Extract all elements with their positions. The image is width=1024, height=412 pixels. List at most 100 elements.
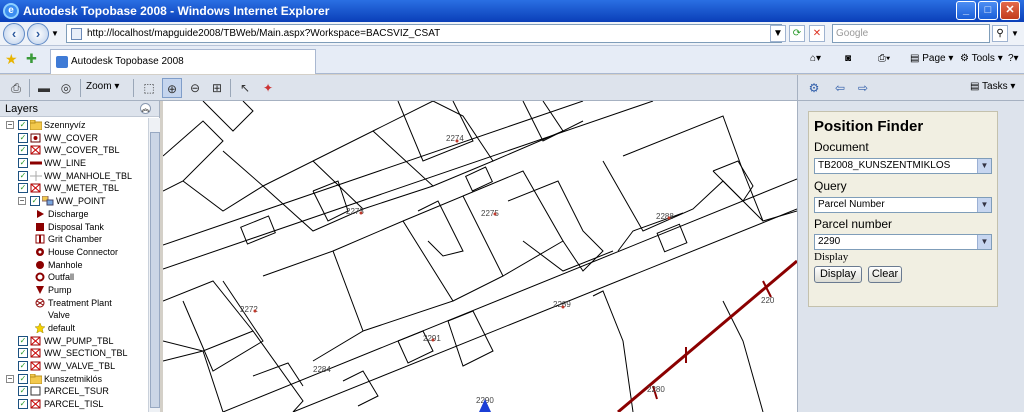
task-forward-icon[interactable]: ⇨ (853, 78, 873, 98)
close-button[interactable]: ✕ (1000, 1, 1020, 20)
layer-checkbox[interactable]: ✓ (18, 158, 28, 169)
display-button[interactable]: Display (814, 266, 862, 283)
buffer-icon[interactable]: ◎ (56, 78, 76, 98)
measure-icon[interactable]: ▬ (34, 78, 54, 98)
tasks-menu[interactable]: ▤ Tasks ▾ (970, 81, 1015, 92)
chevron-down-icon[interactable]: ▼ (977, 198, 991, 212)
tools-menu[interactable]: ⚙ Tools ▾ (960, 52, 1003, 66)
address-dropdown-icon[interactable]: ▼ (770, 25, 786, 42)
layer-item[interactable]: ✓ WW_SECTION_TBL (0, 347, 159, 360)
history-dropdown-icon[interactable]: ▼ (51, 29, 59, 38)
layer-checkbox[interactable]: ✓ (18, 120, 28, 130)
layer-label: WW_POINT (56, 196, 106, 207)
layer-item[interactable]: ✓ WW_LINE (0, 157, 159, 170)
feeds-icon[interactable]: ◙ (845, 52, 851, 66)
help-icon[interactable]: ?▾ (1008, 52, 1019, 66)
collapse-icon[interactable]: ︽ (140, 103, 151, 114)
parcel-outline (252, 330, 304, 412)
search-options-icon[interactable]: ▼ (1011, 29, 1019, 38)
zoom-in-icon[interactable]: ⊕ (162, 78, 182, 98)
chevron-down-icon[interactable]: ▼ (977, 159, 991, 173)
document-select[interactable]: TB2008_KUNSZENTMIKLOS ▼ (814, 158, 992, 174)
task-home-icon[interactable]: ⚙ (804, 78, 824, 98)
layer-label: Grit Chamber (48, 234, 103, 245)
parcel-number-select[interactable]: 2290 ▼ (814, 234, 992, 250)
parcel-outline (622, 115, 797, 222)
zoom-rect-icon[interactable]: ⬚ (139, 78, 159, 98)
layer-item[interactable]: ✓ WW_PUMP_TBL (0, 335, 159, 348)
search-input[interactable]: Google (832, 24, 990, 43)
refresh-icon[interactable]: ⟳ (789, 25, 805, 42)
chevron-down-icon[interactable]: ▼ (977, 235, 991, 249)
home-icon[interactable]: ⌂▾ (810, 52, 821, 66)
layer-checkbox[interactable]: ✓ (18, 386, 28, 397)
scroll-thumb[interactable] (150, 132, 160, 408)
layer-checkbox[interactable]: ✓ (18, 348, 28, 359)
zoom-out-icon[interactable]: ⊖ (185, 78, 205, 98)
maximize-button[interactable]: □ (978, 1, 998, 20)
cover-icon (30, 133, 42, 143)
expand-toggle-icon[interactable]: − (18, 197, 26, 206)
add-favorite-icon[interactable]: ✚ (26, 51, 37, 67)
address-bar-row: ‹ › ▼ http://localhost/mapguide2008/TBWe… (0, 22, 1024, 46)
layer-item[interactable]: − ✓ WW_POINT (0, 195, 159, 208)
layer-checkbox[interactable]: ✓ (18, 373, 28, 384)
layer-checkbox[interactable]: ✓ (18, 183, 28, 194)
legend-item: House Connector (0, 246, 159, 259)
page-menu[interactable]: ▤ Page ▾ (910, 52, 953, 66)
print-cmd-icon[interactable]: ⎙▾ (878, 52, 890, 66)
star-icon (34, 322, 46, 334)
stop-icon[interactable]: ✕ (809, 25, 825, 42)
query-select[interactable]: Parcel Number ▼ (814, 197, 992, 213)
layer-item[interactable]: ✓ PARCEL_TISL (0, 398, 159, 411)
sewer-line (617, 259, 797, 412)
layer-item[interactable]: − ✓ Szennyvíz (0, 119, 159, 132)
clear-button[interactable]: Clear (868, 266, 902, 283)
search-icon[interactable]: ⚲ (992, 25, 1008, 42)
minimize-button[interactable]: _ (956, 1, 976, 20)
layer-checkbox[interactable]: ✓ (18, 361, 28, 372)
layer-item[interactable]: ✓ WW_METER_TBL (0, 182, 159, 195)
parcel-outline (182, 150, 264, 212)
expand-toggle-icon[interactable]: − (6, 121, 14, 129)
forward-button[interactable]: › (27, 23, 49, 45)
layer-item[interactable]: ✓ WW_MANHOLE_TBL (0, 170, 159, 183)
select-icon[interactable]: ↖ (235, 78, 255, 98)
layer-label: WW_MANHOLE_TBL (44, 170, 133, 181)
layer-label: WW_COVER (44, 132, 98, 143)
layer-checkbox[interactable]: ✓ (18, 145, 28, 156)
layer-checkbox[interactable]: ✓ (18, 399, 28, 410)
zoom-extents-icon[interactable]: ⊞ (207, 78, 227, 98)
layer-item[interactable]: ✓ WW_COVER_TBL (0, 144, 159, 157)
task-back-icon[interactable]: ⇦ (830, 78, 850, 98)
parcel-outline (602, 160, 764, 232)
parcel-label: 2288 (656, 212, 674, 221)
expand-toggle-icon[interactable]: − (6, 374, 14, 383)
map-view[interactable]: 2274 2273 2275 2288 2272 2289 2291 2284 … (163, 101, 797, 412)
favorites-star-icon[interactable]: ★ (5, 51, 18, 68)
layer-item[interactable]: ✓ PARCEL_TSUR (0, 385, 159, 398)
layer-item[interactable]: − ✓ Kunszetmiklós (0, 373, 159, 386)
layer-checkbox[interactable]: ✓ (18, 335, 28, 346)
topobase-favicon-icon (56, 56, 68, 68)
parcel-dot (455, 139, 459, 143)
building-outline (342, 370, 379, 407)
layer-label: Valve (48, 310, 70, 321)
layer-checkbox[interactable]: ✓ (18, 170, 28, 181)
layer-checkbox[interactable]: ✓ (18, 132, 28, 143)
zoom-menu[interactable]: Zoom ▾ (86, 81, 119, 92)
legend-item: Valve (0, 309, 159, 322)
parcel-outline (262, 160, 364, 232)
select-radius-icon[interactable]: ✦ (258, 78, 278, 98)
parcel-dot (561, 305, 565, 309)
parcel-outline (332, 220, 454, 332)
print-icon[interactable]: ⎙ (6, 78, 26, 98)
tab-topobase[interactable]: Autodesk Topobase 2008 (50, 49, 316, 74)
layer-checkbox[interactable]: ✓ (30, 196, 40, 207)
back-button[interactable]: ‹ (3, 23, 25, 45)
map-canvas[interactable]: 2274 2273 2275 2288 2272 2289 2291 2284 … (163, 101, 797, 412)
layer-scrollbar[interactable] (148, 118, 160, 412)
address-field[interactable]: http://localhost/mapguide2008/TBWeb/Main… (66, 24, 782, 43)
layer-item[interactable]: ✓ WW_VALVE_TBL (0, 360, 159, 373)
layer-item[interactable]: ✓ WW_COVER (0, 132, 159, 145)
